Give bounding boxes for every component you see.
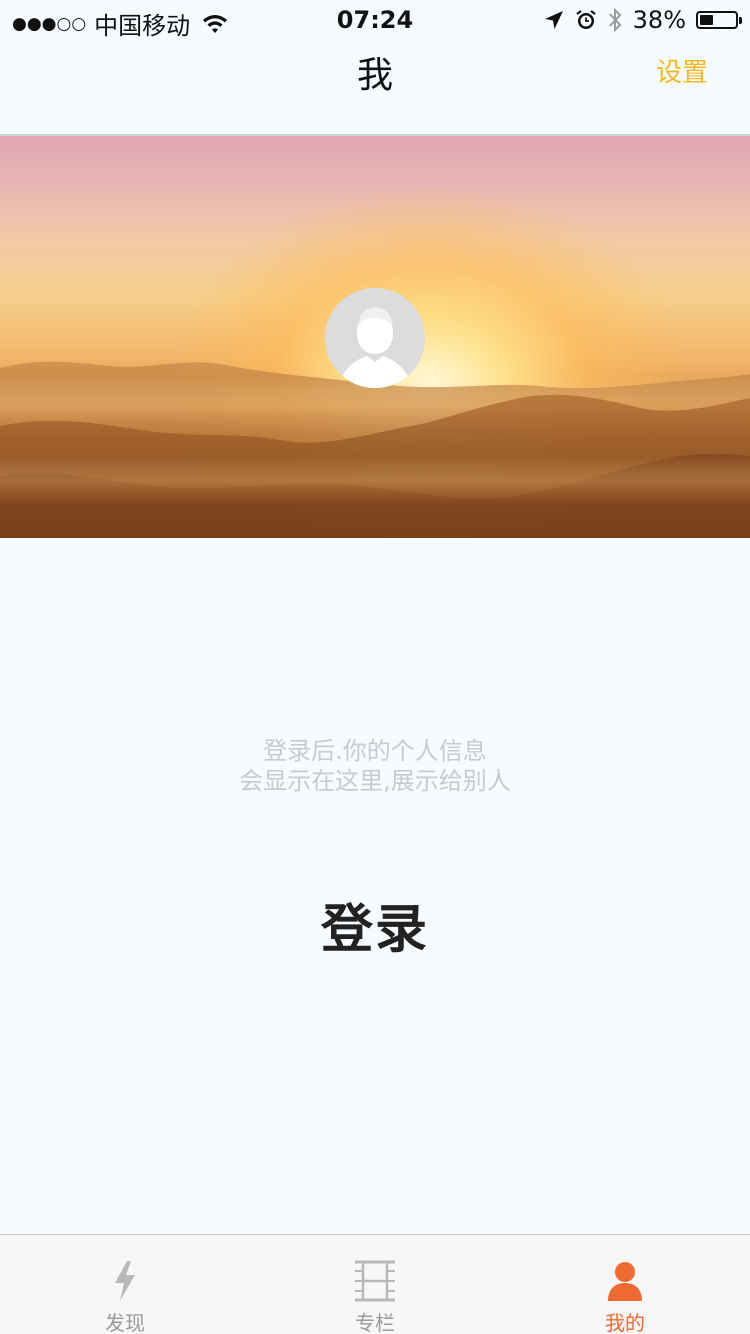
alarm-icon xyxy=(575,10,596,29)
avatar[interactable] xyxy=(325,288,425,388)
login-hint-line-1: 登录后.你的个人信息 xyxy=(263,737,487,765)
location-arrow-icon xyxy=(544,11,563,29)
navigation-bar: 我 设置 xyxy=(0,40,750,136)
status-right: 38% xyxy=(543,6,742,34)
settings-button[interactable]: 设置 xyxy=(656,52,708,89)
bluetooth-icon xyxy=(608,7,622,33)
tab-mine[interactable]: 我的 xyxy=(500,1235,750,1334)
default-avatar-icon xyxy=(325,288,425,388)
tab-discover[interactable]: 发现 xyxy=(0,1235,250,1334)
profile-screen: ●●●○○ 中国移动 07:24 38% 我 设置 登录后.你的个人信息 会显示… xyxy=(0,0,750,1334)
battery-nub xyxy=(739,17,742,24)
status-bar: ●●●○○ 中国移动 07:24 38% xyxy=(0,0,750,40)
login-button[interactable]: 登录 xyxy=(275,890,475,970)
tab-label-discover: 发现 xyxy=(105,1311,145,1334)
profile-banner xyxy=(0,136,750,538)
film-icon xyxy=(355,1260,395,1302)
login-hint-line-2: 会显示在这里,展示给别人 xyxy=(239,767,511,795)
battery-fill xyxy=(700,15,713,25)
lightning-icon xyxy=(115,1261,135,1301)
tab-label-mine: 我的 xyxy=(605,1311,645,1334)
page-title: 我 xyxy=(356,55,393,96)
login-hint: 登录后.你的个人信息 会显示在这里,展示给别人 xyxy=(0,736,750,796)
tab-column[interactable]: 专栏 xyxy=(250,1235,500,1334)
tab-bar: 发现 专栏 我的 xyxy=(0,1234,750,1334)
person-icon xyxy=(608,1262,642,1301)
battery-icon xyxy=(696,11,742,29)
battery-percent: 38% xyxy=(632,6,686,34)
tab-label-column: 专栏 xyxy=(355,1311,395,1334)
